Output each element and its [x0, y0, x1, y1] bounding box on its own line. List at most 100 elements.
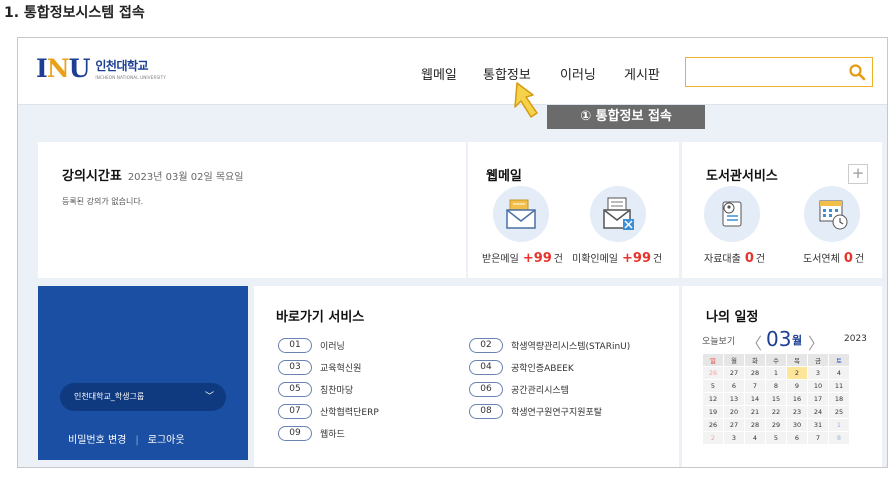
- calendar-day-today[interactable]: 2: [786, 366, 808, 380]
- calendar-day[interactable]: 6: [786, 431, 808, 445]
- calendar-day[interactable]: 15: [765, 392, 787, 406]
- calendar-week: 12 13 14 15 16 17 18: [702, 392, 850, 406]
- calendar-day[interactable]: 26: [702, 418, 724, 432]
- shortcut-starinu[interactable]: 02 학생역량관리시스템(STARinU): [469, 338, 630, 353]
- calendar-day[interactable]: 9: [786, 379, 808, 393]
- logo-name-english: INCHEON NATIONAL UNIVERSITY: [95, 75, 166, 80]
- calendar-day[interactable]: 4: [828, 366, 850, 380]
- shortcut-webhard[interactable]: 09 웹하드: [278, 426, 345, 441]
- calendar-day[interactable]: 21: [744, 405, 766, 419]
- calendar-day[interactable]: 3: [723, 431, 745, 445]
- shortcut-space-management[interactable]: 06 공간관리시스템: [469, 382, 569, 397]
- book-loan-count[interactable]: 자료대출 0 건: [704, 250, 765, 266]
- calendar-day[interactable]: 8: [828, 431, 850, 445]
- overdue-calendar-icon[interactable]: [804, 186, 860, 242]
- calendar-day[interactable]: 31: [807, 418, 829, 432]
- webmail-title: 웹메일: [486, 169, 522, 184]
- nav-elearning[interactable]: 이러닝: [560, 64, 596, 83]
- shortcut-research-portal[interactable]: 08 학생연구원연구지원포탈: [469, 404, 602, 419]
- received-mail-count[interactable]: 받은메일 +99 건: [482, 250, 563, 266]
- current-month: 03: [766, 327, 792, 351]
- library-title: 도서관서비스: [706, 169, 778, 184]
- calendar-day[interactable]: 18: [828, 392, 850, 406]
- prev-month-button[interactable]: 〈: [746, 330, 762, 354]
- weekday-label: 월: [723, 353, 745, 367]
- calendar-day[interactable]: 10: [807, 379, 829, 393]
- weekday-label: 토: [828, 353, 850, 367]
- university-logo[interactable]: INU 인천대학교 INCHEON NATIONAL UNIVERSITY: [36, 56, 166, 81]
- calendar-day[interactable]: 11: [828, 379, 850, 393]
- calendar-day[interactable]: 25: [828, 405, 850, 419]
- timetable-date: 2023년 03월 02일 목요일: [127, 172, 244, 183]
- calendar-day[interactable]: 14: [744, 392, 766, 406]
- received-mail-icon[interactable]: [493, 186, 549, 242]
- calendar-day[interactable]: 3: [807, 366, 829, 380]
- unread-mail-count[interactable]: 미확인메일 +99 건: [572, 250, 662, 266]
- timetable-title: 강의시간표 2023년 03월 02일 목요일: [62, 169, 244, 184]
- calendar-week: 26 27 28 29 30 31 1: [702, 418, 850, 432]
- calendar-week: 26 27 28 1 2 3 4: [702, 366, 850, 380]
- library-more-button[interactable]: +: [848, 164, 868, 184]
- month-navigator: 오늘보기 〈 03 월 〉 2023: [702, 327, 880, 353]
- calendar-week: 2 3 4 5 6 7 8: [702, 431, 850, 445]
- nav-webmail[interactable]: 웹메일: [421, 64, 457, 83]
- logo-name-korean: 인천대학교: [95, 59, 149, 73]
- shortcut-abeek[interactable]: 04 공학인증ABEEK: [469, 360, 574, 375]
- unread-mail-icon[interactable]: [590, 186, 646, 242]
- calendar-day[interactable]: 30: [786, 418, 808, 432]
- search-input[interactable]: [685, 57, 873, 87]
- search-icon[interactable]: [848, 63, 866, 81]
- calendar-day[interactable]: 2: [702, 431, 724, 445]
- shortcuts-title: 바로가기 서비스: [276, 310, 365, 325]
- calendar-day[interactable]: 23: [786, 405, 808, 419]
- today-button[interactable]: 오늘보기: [702, 334, 735, 347]
- next-month-button[interactable]: 〉: [808, 330, 824, 354]
- calendar-day[interactable]: 16: [786, 392, 808, 406]
- calendar-day[interactable]: 26: [702, 366, 724, 380]
- calendar-day[interactable]: 6: [723, 379, 745, 393]
- calendar-day[interactable]: 27: [723, 418, 745, 432]
- weekday-label: 화: [744, 353, 766, 367]
- nav-board[interactable]: 게시판: [624, 64, 660, 83]
- calendar-day[interactable]: 1: [765, 366, 787, 380]
- change-password-link[interactable]: 비밀번호 변경: [68, 435, 126, 446]
- calendar-day[interactable]: 4: [744, 431, 766, 445]
- shortcut-education-innovation[interactable]: 03 교육혁신원: [278, 360, 361, 375]
- portal-screenshot: INU 인천대학교 INCHEON NATIONAL UNIVERSITY 웹메…: [17, 37, 888, 468]
- calendar-day[interactable]: 7: [744, 379, 766, 393]
- calendar-day[interactable]: 12: [702, 392, 724, 406]
- calendar-day[interactable]: 28: [744, 418, 766, 432]
- pointer-arrow-icon: [514, 82, 538, 118]
- account-links: 비밀번호 변경 | 로그아웃: [68, 435, 185, 446]
- calendar-day[interactable]: 19: [702, 405, 724, 419]
- weekday-label: 목: [786, 353, 808, 367]
- shortcut-erp[interactable]: 07 산학협력단ERP: [278, 404, 379, 419]
- calendar-day[interactable]: 13: [723, 392, 745, 406]
- webmail-card: 웹메일 받은메일 +99 건 미확인메일 +99 건: [468, 142, 679, 278]
- book-overdue-count[interactable]: 도서연체 0 건: [803, 250, 864, 266]
- weekday-label: 수: [765, 353, 787, 367]
- calendar-day[interactable]: 28: [744, 366, 766, 380]
- calendar-day[interactable]: 1: [828, 418, 850, 432]
- calendar-day[interactable]: 17: [807, 392, 829, 406]
- calendar-week: 19 20 21 22 23 24 25: [702, 405, 850, 419]
- user-group-select[interactable]: 인천대학교_학생그룹 ﹀: [60, 383, 226, 411]
- inu-logo-mark: INU: [36, 54, 90, 83]
- document-heading: 1. 통합정보시스템 접속: [4, 5, 145, 21]
- shortcut-elearning[interactable]: 01 이러닝: [278, 338, 345, 353]
- calendar-day[interactable]: 27: [723, 366, 745, 380]
- top-navigation-bar: INU 인천대학교 INCHEON NATIONAL UNIVERSITY 웹메…: [18, 38, 887, 105]
- calendar-day[interactable]: 5: [702, 379, 724, 393]
- calendar-day[interactable]: 5: [765, 431, 787, 445]
- logout-link[interactable]: 로그아웃: [148, 435, 185, 446]
- library-card: 도서관서비스 + 자료대출 0 건 도서연체 0 건: [682, 142, 882, 278]
- current-year: 2023: [844, 334, 867, 344]
- calendar-day[interactable]: 22: [765, 405, 787, 419]
- calendar-day[interactable]: 20: [723, 405, 745, 419]
- book-loan-icon[interactable]: [704, 186, 760, 242]
- calendar-day[interactable]: 8: [765, 379, 787, 393]
- calendar-day[interactable]: 29: [765, 418, 787, 432]
- shortcut-praise-board[interactable]: 05 칭찬마당: [278, 382, 353, 397]
- calendar-day[interactable]: 7: [807, 431, 829, 445]
- calendar-day[interactable]: 24: [807, 405, 829, 419]
